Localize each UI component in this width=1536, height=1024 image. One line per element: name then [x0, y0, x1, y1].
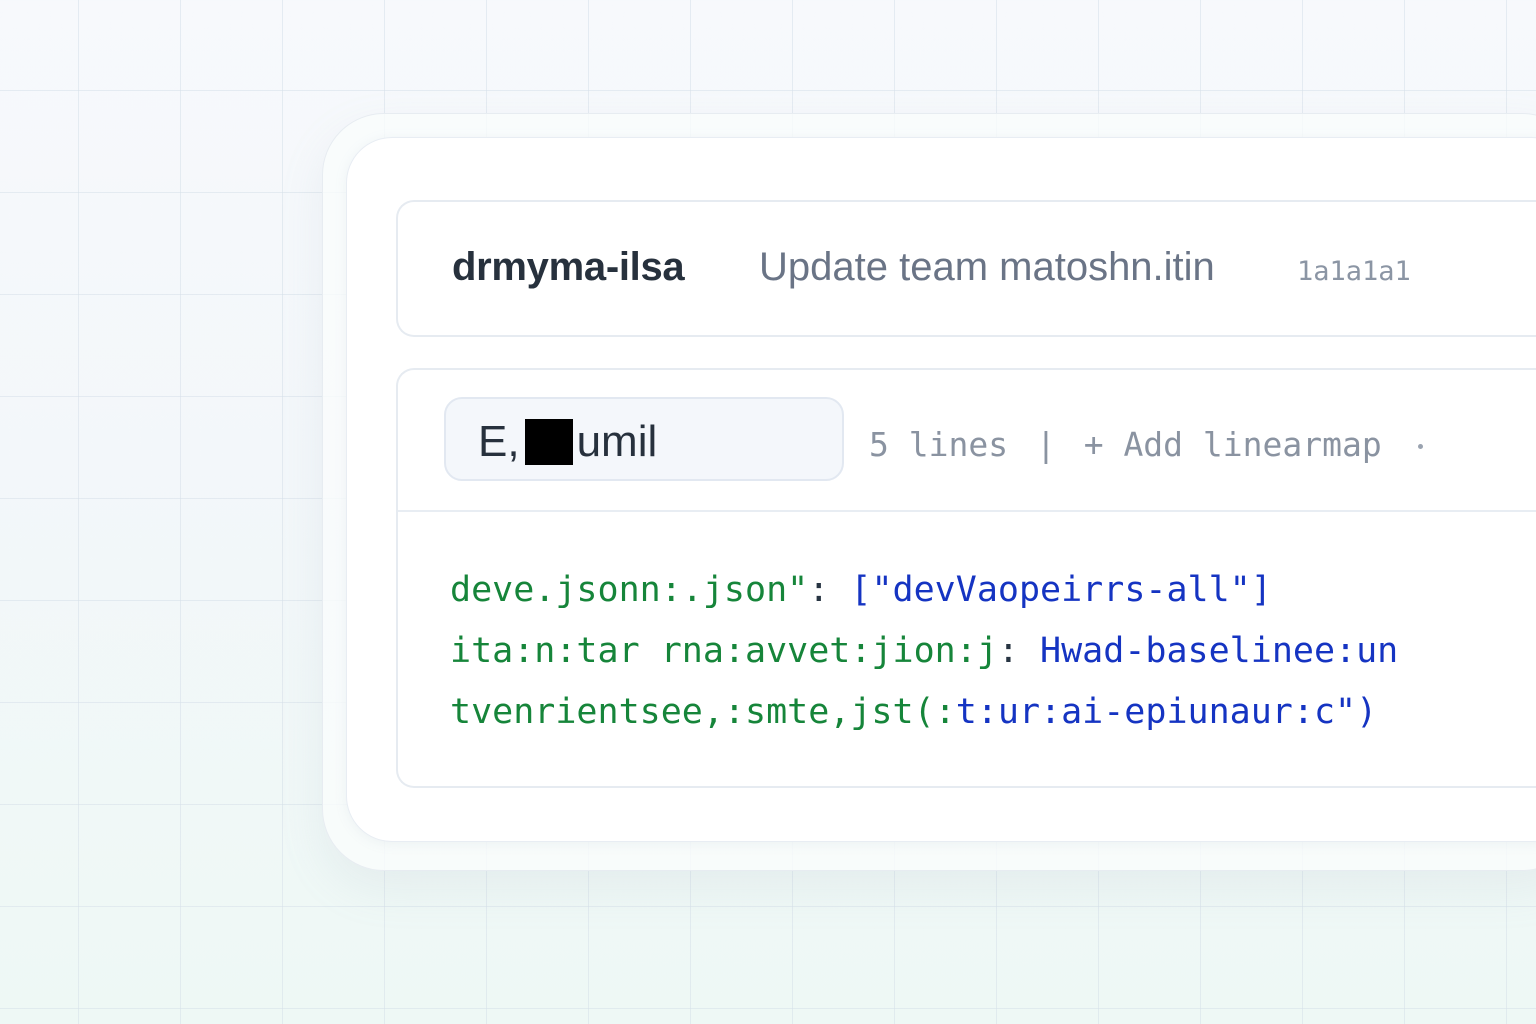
diff-header: E, umil 5 lines | + Add linearmap [398, 370, 1536, 512]
repository-name[interactable]: drmyma-ilsa [452, 245, 685, 290]
code-value: Hwad-baselinee:un [1040, 631, 1399, 671]
more-dot-icon[interactable] [1417, 444, 1423, 449]
file-name-suffix: umil [576, 417, 658, 466]
diff-stats: 5 lines | + Add linearmap [869, 425, 1423, 464]
file-name-chip[interactable]: E, umil [444, 397, 844, 481]
commit-message: Update team matoshn.itin [759, 245, 1215, 289]
redaction-block [524, 419, 573, 465]
line-count: 5 lines [869, 425, 1009, 464]
file-name: E, umil [478, 417, 657, 467]
file-diff-panel: E, umil 5 lines | + Add linearmap deve.j… [396, 368, 1536, 788]
code-line: ita:n:tar rna:avvet:jion:j: Hwad-baselin… [450, 621, 1398, 682]
code-line: tvenrientsee,:smte,jst(:t:ur:ai-epiunaur… [450, 682, 1398, 743]
code-key: ita:n:tar rna:avvet:jion:j [450, 631, 998, 671]
code-diff: deve.jsonn:.json": ["devVaopeirrs-all"] … [450, 560, 1398, 743]
code-value: ["devVaopeirrs-all"] [850, 570, 1272, 610]
code-separator: : [808, 570, 830, 610]
code-separator: : [997, 631, 1019, 671]
code-value: t:ur:ai-epiunaur:c") [955, 692, 1378, 732]
file-name-prefix: E, [478, 417, 520, 466]
code-line: deve.jsonn:.json": ["devVaopeirrs-all"] [450, 560, 1398, 621]
commit-summary-panel: drmyma-ilsa Update team matoshn.itin 1a1… [396, 200, 1536, 337]
code-key: tvenrientsee,:smte,jst(: [450, 692, 956, 732]
stats-separator: | [1035, 425, 1056, 464]
commit-hash[interactable]: 1a1a1a1 [1297, 256, 1411, 287]
code-key: deve.jsonn:.json" [450, 570, 809, 610]
add-linearmap-button[interactable]: + Add linearmap [1084, 425, 1382, 464]
